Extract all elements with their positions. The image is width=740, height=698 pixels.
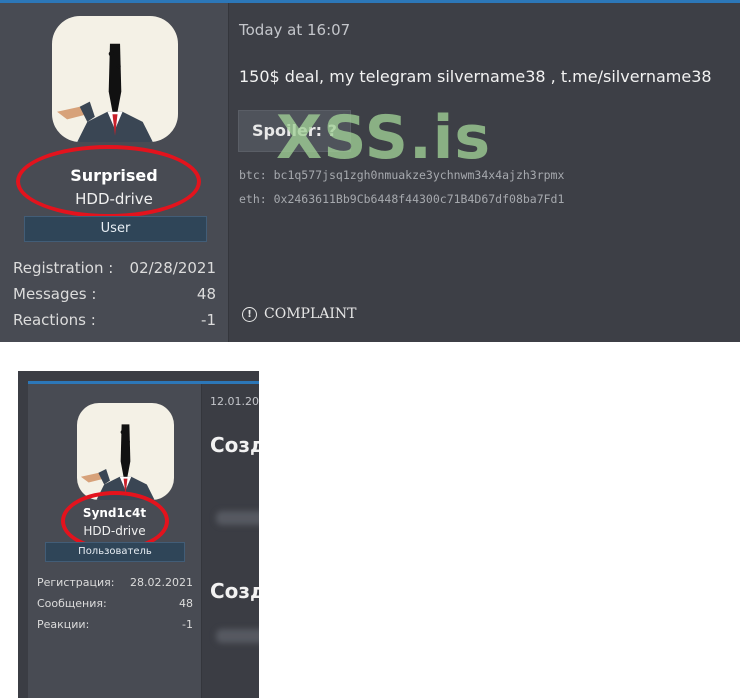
post-top: Surprised HDD-drive User Registration : … [0,0,740,342]
stat-label: Регистрация: [37,576,115,589]
user-banner: User [24,216,207,242]
stat-value: -1 [201,311,216,329]
stat-registration: Регистрация: 28.02.2021 [37,576,193,592]
stat-value: 02/28/2021 [129,259,216,277]
stat-value: 28.02.2021 [130,576,193,589]
stat-label: Registration : [13,259,114,277]
stat-reactions: Реакции: -1 [37,618,193,634]
highlight-ring [16,145,201,218]
eth-address: eth: 0x2463611Bb9Cb6448f44300c71B4D67df0… [239,192,565,206]
stat-registration: Registration : 02/28/2021 [13,259,216,279]
btc-address: btc: bc1q577jsq1zgh0nmuakze3ychnwm34x4aj… [239,168,565,182]
stat-label: Сообщения: [37,597,107,610]
stat-reactions: Reactions : -1 [13,311,216,331]
stat-messages: Сообщения: 48 [37,597,193,613]
user-sidebar: Surprised HDD-drive User Registration : … [0,3,229,342]
post-message: 150$ deal, my telegram silvername38 , t.… [239,67,712,86]
avatar[interactable] [52,16,178,142]
post-bottom: Synd1c4t HDD-drive Пользователь Регистра… [18,371,259,698]
stat-value: 48 [179,597,193,610]
exclamation-circle-icon: ! [242,306,257,322]
stat-label: Reactions : [13,311,96,329]
blurred-content [216,511,259,525]
complaint-button[interactable]: ! COMPLAINT [242,306,356,322]
user-banner: Пользователь [45,542,185,562]
stat-label: Реакции: [37,618,90,631]
post-heading: Созд [210,433,259,457]
blurred-content [216,629,259,643]
post-heading: Созд [210,579,259,603]
user-sidebar: Synd1c4t HDD-drive Пользователь Регистра… [28,384,202,698]
suited-man-avatar-icon [57,43,153,142]
suited-man-avatar-icon [80,424,155,500]
stat-value: 48 [196,285,216,303]
post-date[interactable]: Today at 16:07 [239,21,350,39]
complaint-label: COMPLAINT [264,306,357,322]
avatar[interactable] [77,403,174,500]
post-date[interactable]: 12.01.20 [210,395,259,408]
watermark: XSS.is [276,103,492,173]
stat-value: -1 [182,618,193,631]
stat-messages: Messages : 48 [13,285,216,305]
stat-label: Messages : [13,285,97,303]
